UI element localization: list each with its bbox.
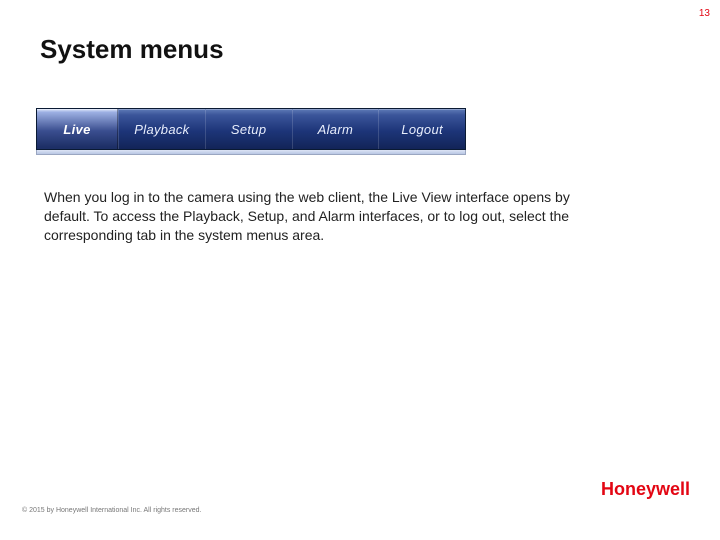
page-title: System menus [40,34,224,65]
tab-playback[interactable]: Playback [118,109,205,149]
tab-setup[interactable]: Setup [205,109,292,149]
slide-page: 13 System menus Live Playback Setup Alar… [0,0,720,540]
brand-logo: Honeywell [601,479,690,500]
page-number: 13 [699,8,710,19]
tab-alarm[interactable]: Alarm [292,109,379,149]
accent-cover [670,56,720,540]
tab-strip-underbar [36,150,466,155]
tab-alarm-label: Alarm [318,122,353,137]
tab-playback-label: Playback [134,122,189,137]
body-text: When you log in to the camera using the … [44,188,574,245]
tab-setup-label: Setup [231,122,266,137]
tab-live-label: Live [63,122,90,137]
tab-logout-label: Logout [401,122,443,137]
tab-live[interactable]: Live [37,109,118,149]
copyright-text: © 2015 by Honeywell International Inc. A… [22,507,201,514]
tab-strip: Live Playback Setup Alarm Logout [36,108,466,150]
system-menu-bar: Live Playback Setup Alarm Logout [36,108,466,155]
tab-logout[interactable]: Logout [378,109,465,149]
